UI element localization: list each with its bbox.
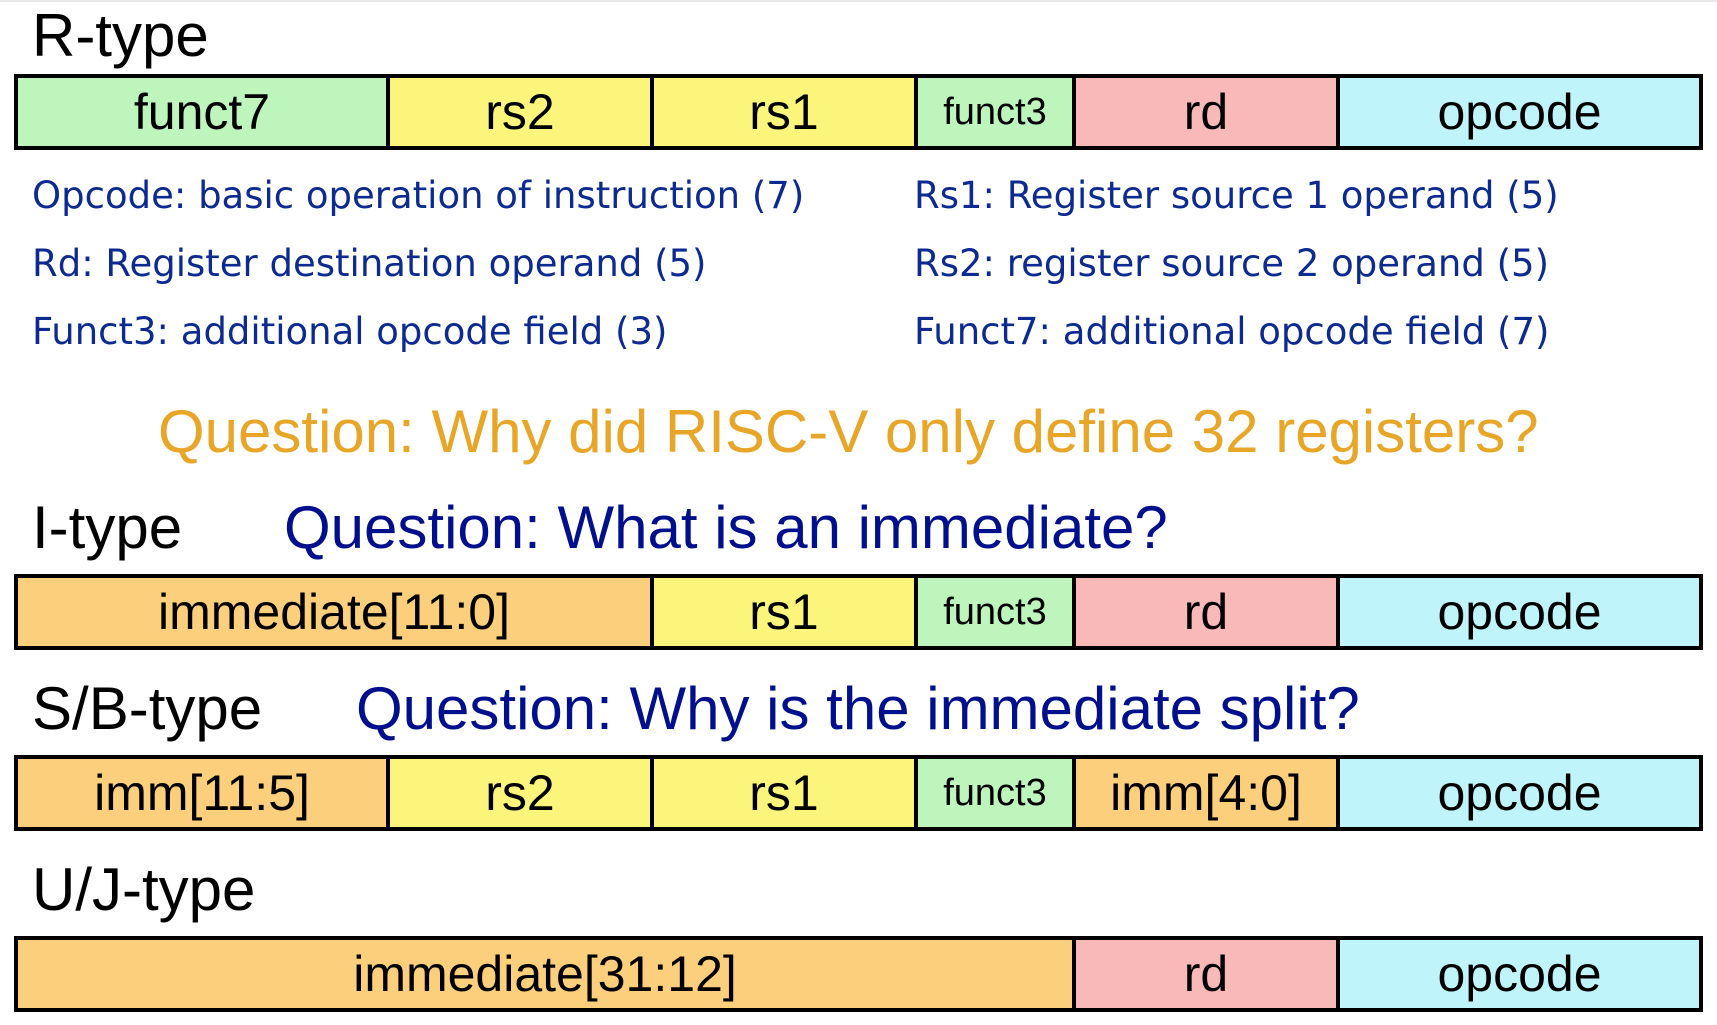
field-opcode: opcode (1340, 759, 1699, 827)
uj-type-label: U/J-type (32, 856, 256, 923)
field-rs2: rs2 (390, 759, 654, 827)
i-type-label: I-type (32, 494, 183, 561)
field-rs1: rs1 (654, 759, 918, 827)
sb-type-format-row: imm[11:5] rs2 rs1 funct3 imm[4:0] opcode (14, 755, 1703, 831)
field-opcode: opcode (1340, 940, 1699, 1008)
field-imm-4-0: imm[4:0] (1076, 759, 1340, 827)
i-type-format-row: immediate[11:0] rs1 funct3 rd opcode (14, 574, 1703, 650)
uj-type-format-row: immediate[31:12] rd opcode (14, 936, 1703, 1012)
r-type-format-row: funct7 rs2 rs1 funct3 rd opcode (14, 74, 1703, 150)
field-rs1: rs1 (654, 578, 918, 646)
field-rd: rd (1076, 578, 1340, 646)
desc-rd: Rd: Register destination operand (5) (32, 242, 707, 285)
desc-funct3: Funct3: additional opcode field (3) (32, 310, 668, 353)
desc-funct7: Funct7: additional opcode field (7) (914, 310, 1550, 353)
field-immediate-31-12: immediate[31:12] (18, 940, 1076, 1008)
field-funct3: funct3 (918, 578, 1076, 646)
field-opcode: opcode (1340, 78, 1699, 146)
field-funct3: funct3 (918, 78, 1076, 146)
field-rd: rd (1076, 78, 1340, 146)
desc-rs1: Rs1: Register source 1 operand (5) (914, 174, 1559, 217)
field-immediate-11-0: immediate[11:0] (18, 578, 654, 646)
field-funct7: funct7 (18, 78, 390, 146)
desc-rs2: Rs2: register source 2 operand (5) (914, 242, 1550, 285)
top-divider (0, 0, 1717, 2)
desc-opcode: Opcode: basic operation of instruction (… (32, 174, 805, 217)
field-funct3: funct3 (918, 759, 1076, 827)
field-imm-11-5: imm[11:5] (18, 759, 390, 827)
field-rs2: rs2 (390, 78, 654, 146)
question-immediate-split: Question: Why is the immediate split? (356, 675, 1360, 742)
sb-type-label: S/B-type (32, 675, 263, 742)
field-rs1: rs1 (654, 78, 918, 146)
r-type-label: R-type (32, 2, 209, 69)
field-rd: rd (1076, 940, 1340, 1008)
question-immediate: Question: What is an immediate? (284, 494, 1168, 561)
question-registers: Question: Why did RISC-V only define 32 … (158, 398, 1539, 465)
field-opcode: opcode (1340, 578, 1699, 646)
